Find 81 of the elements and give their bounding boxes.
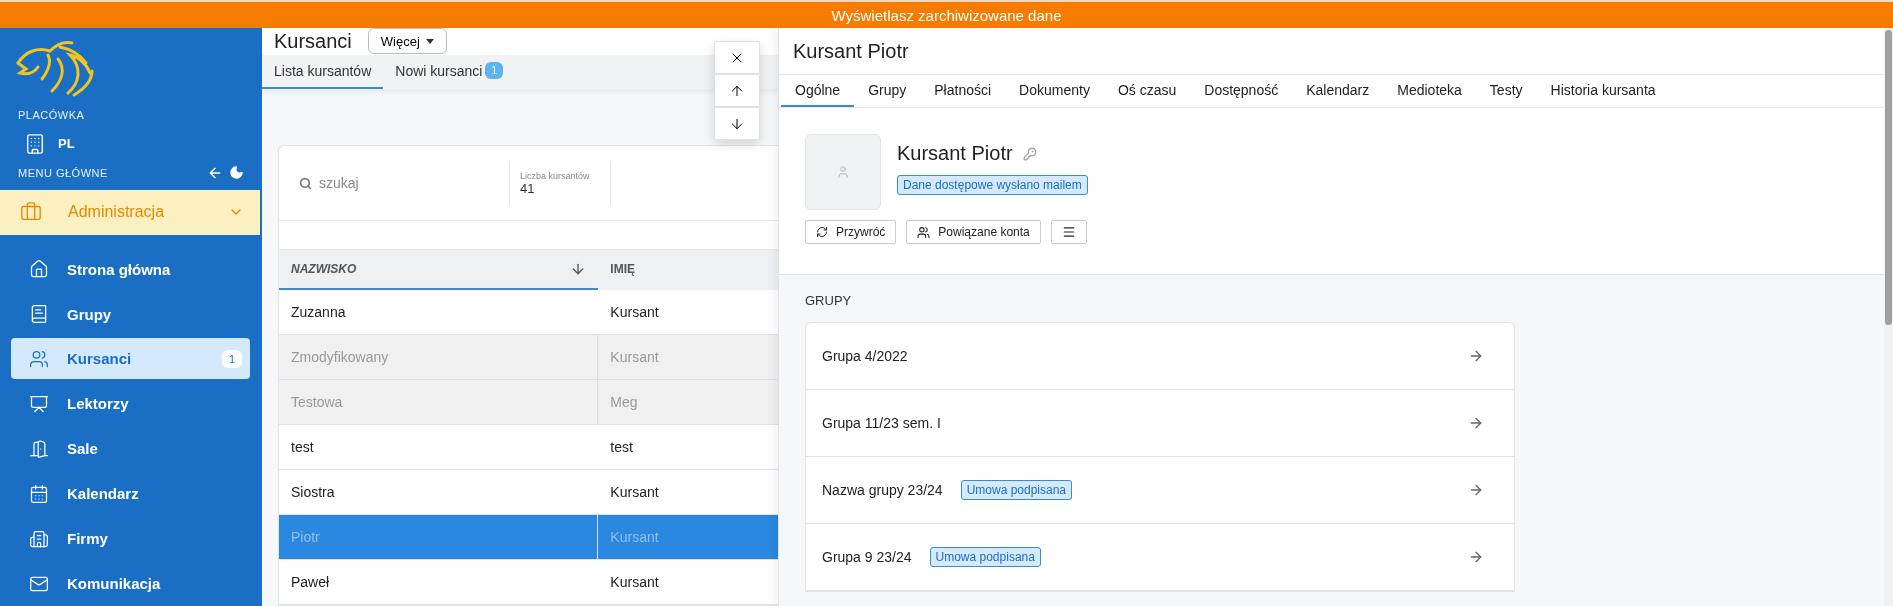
section-label: PLACÓWKA: [18, 108, 85, 121]
sidebar-item[interactable]: Kursanci 1: [11, 338, 250, 380]
table-cell: Testowa: [279, 380, 599, 424]
status-tag: Umowa podpisana: [929, 547, 1041, 567]
table-cell: Zmodyfikowany: [279, 335, 599, 379]
tab[interactable]: Płatności: [920, 75, 1006, 107]
home-icon: [29, 259, 49, 280]
previous-button[interactable]: [714, 74, 760, 107]
table-cell-text: Kursant: [609, 573, 660, 592]
table-cell-text: Kursant: [609, 348, 660, 367]
sidebar-item[interactable]: Komunikacja: [11, 563, 250, 604]
tab[interactable]: Grupy: [854, 75, 921, 107]
users-icon: [917, 225, 931, 239]
table-cell-text: test: [609, 438, 634, 457]
arrow-right-icon: [1468, 549, 1484, 565]
search-icon: [299, 176, 312, 190]
sidebar-item[interactable]: Kalendarz: [11, 473, 250, 515]
section-title: GRUPY: [805, 293, 853, 308]
arrow-right-icon: [1468, 482, 1484, 498]
count-label: Liczba kursantów: [520, 170, 591, 181]
close-button[interactable]: [714, 41, 760, 74]
building-icon: [24, 132, 46, 155]
archive-banner: Wyświetlasz zarchiwizowane dane: [0, 0, 1893, 28]
calendar-icon: [29, 483, 49, 504]
sidebar-item[interactable]: Lektorzy: [11, 383, 250, 425]
table-cell-text: Meg: [609, 393, 639, 412]
tab[interactable]: Historia kursanta: [1536, 75, 1670, 107]
users-icon: [29, 348, 49, 369]
tab[interactable]: Dokumenty: [1005, 75, 1104, 107]
group-row[interactable]: Grupa 9 23/24 Umowa podpisana: [806, 524, 1514, 591]
section-label: MENU GŁÓWNE: [18, 166, 108, 179]
menu-icon: [1061, 225, 1076, 239]
tab[interactable]: Medioteka: [1383, 75, 1476, 107]
refresh-icon: [816, 226, 828, 238]
tab[interactable]: Oś czasu: [1103, 75, 1191, 107]
tab[interactable]: Ogólne: [781, 75, 855, 107]
building-icon: [29, 528, 49, 549]
sidebar-item[interactable]: Grupy: [11, 293, 250, 335]
scrollbar[interactable]: [1884, 28, 1893, 606]
status-tag: Umowa podpisana: [960, 480, 1073, 500]
table-cell-text: Kursant: [609, 483, 660, 502]
book-icon: [29, 304, 49, 324]
tab[interactable]: Nowi kursanci 1: [383, 54, 515, 89]
table-cell-text: Kursant: [609, 303, 660, 322]
status-tag: Dane dostępowe wysłano mailem: [897, 175, 1088, 195]
sidebar-item[interactable]: Strona główna: [11, 248, 250, 290]
caret-icon: [425, 38, 434, 44]
arrow-right-icon: [1468, 348, 1484, 364]
group-row[interactable]: Grupa 4/2022: [806, 323, 1514, 390]
table-cell-text: Zuzanna: [290, 303, 347, 322]
group-row[interactable]: Grupa 11/23 sem. I: [806, 390, 1514, 457]
door-icon: [29, 438, 49, 459]
tab[interactable]: Testy: [1475, 75, 1537, 107]
presentation-icon: [29, 393, 49, 414]
student-name: Kursant Piotr: [897, 142, 1013, 165]
sidebar-item[interactable]: Firmy: [11, 518, 250, 560]
table-cell-text: test: [290, 438, 315, 457]
count-value: 41: [520, 180, 536, 196]
group-row[interactable]: Nazwa grupy 23/24 Umowa podpisana: [806, 457, 1514, 524]
table-cell-text: Paweł: [290, 573, 331, 592]
column-header[interactable]: IMIĘ: [598, 250, 778, 290]
arrow-right-icon: [1468, 415, 1484, 431]
next-button[interactable]: [714, 107, 760, 140]
search-field[interactable]: szukaj: [317, 174, 497, 192]
page-title: Kursanci: [274, 29, 352, 53]
key-icon: [1022, 146, 1037, 161]
table-cell: Piotr: [279, 515, 599, 559]
table-cell-text: Siostra: [290, 483, 336, 502]
sidebar-item[interactable]: Sale: [11, 428, 250, 470]
table-cell-text: Kursant: [609, 528, 660, 547]
branch-name[interactable]: PL: [58, 136, 75, 152]
count-badge: 1: [221, 349, 242, 368]
tab[interactable]: Kalendarz: [1292, 75, 1384, 107]
tab[interactable]: Dostępność: [1190, 75, 1293, 107]
restore-button[interactable]: Przywróć: [805, 220, 897, 244]
moon-icon[interactable]: [229, 164, 244, 181]
count-badge: 1: [485, 62, 503, 80]
linked-accounts-button[interactable]: Powiązane konta: [906, 220, 1041, 244]
menu-button[interactable]: [1050, 220, 1087, 244]
more-button[interactable]: Więcej: [367, 28, 447, 55]
tab[interactable]: Lista kursantów: [262, 54, 384, 89]
